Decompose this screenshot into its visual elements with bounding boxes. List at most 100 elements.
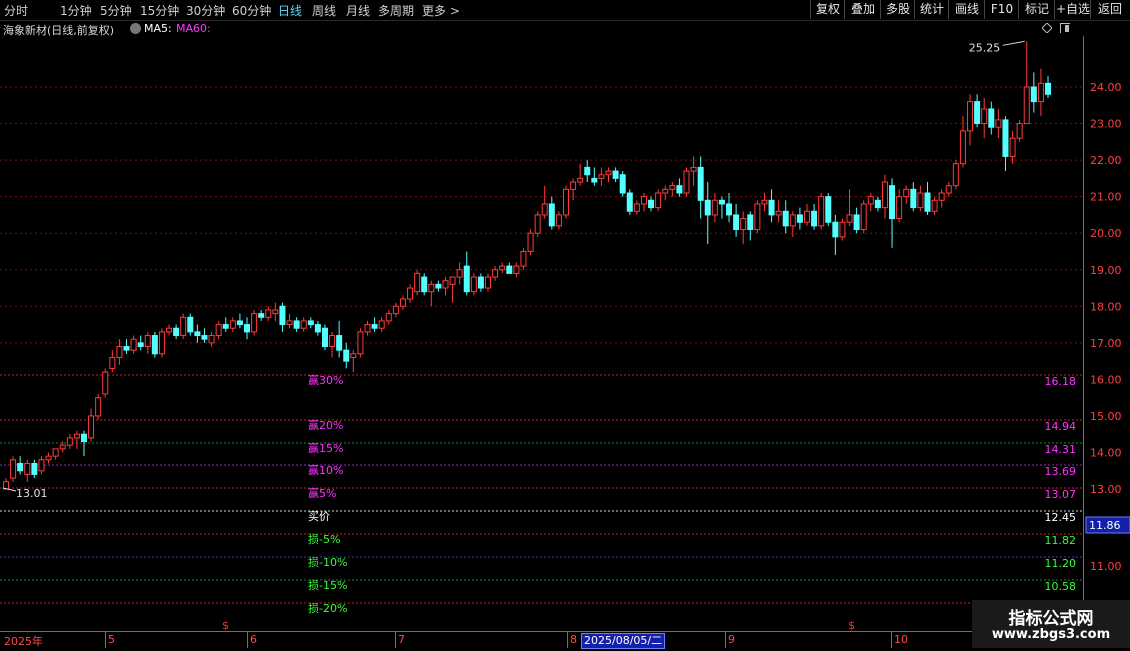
- candle[interactable]: [201, 328, 208, 343]
- candle[interactable]: [95, 394, 102, 420]
- candle[interactable]: [796, 207, 803, 230]
- candle[interactable]: [442, 277, 449, 296]
- candle[interactable]: [73, 430, 80, 449]
- candle[interactable]: [605, 167, 612, 183]
- candle[interactable]: [555, 211, 562, 230]
- candle[interactable]: [754, 200, 761, 234]
- candle[interactable]: [251, 309, 258, 336]
- candle[interactable]: [669, 182, 676, 197]
- candle[interactable]: [633, 200, 640, 215]
- candle[interactable]: [109, 350, 116, 373]
- candle[interactable]: [499, 262, 506, 274]
- candle[interactable]: [782, 200, 789, 234]
- candle[interactable]: [768, 189, 775, 223]
- candle[interactable]: [981, 97, 988, 139]
- candle[interactable]: [244, 317, 251, 340]
- candle[interactable]: [258, 309, 265, 321]
- candle[interactable]: [874, 196, 881, 212]
- candle[interactable]: [938, 189, 945, 208]
- candle[interactable]: [66, 434, 73, 449]
- candle[interactable]: [435, 280, 442, 292]
- candle[interactable]: [343, 342, 350, 369]
- candle[interactable]: [485, 273, 492, 292]
- candle[interactable]: [222, 317, 229, 332]
- candle[interactable]: [640, 192, 647, 212]
- candle[interactable]: [761, 192, 768, 212]
- candle[interactable]: [648, 196, 655, 212]
- candle[interactable]: [38, 456, 45, 475]
- candle[interactable]: [414, 269, 421, 296]
- candle[interactable]: [974, 94, 981, 128]
- candle[interactable]: [775, 200, 782, 223]
- candle[interactable]: [1045, 76, 1051, 98]
- candle[interactable]: [236, 313, 243, 329]
- candle[interactable]: [1037, 68, 1044, 117]
- candle[interactable]: [910, 182, 917, 212]
- candle[interactable]: [300, 317, 307, 332]
- candle[interactable]: [194, 324, 201, 343]
- candle[interactable]: [534, 211, 541, 237]
- candle[interactable]: [1016, 119, 1023, 142]
- candle[interactable]: [45, 452, 52, 464]
- candle[interactable]: [612, 167, 619, 183]
- candle[interactable]: [803, 203, 810, 226]
- candle[interactable]: [329, 331, 336, 358]
- candle[interactable]: [945, 182, 952, 197]
- candle[interactable]: [1030, 72, 1037, 113]
- candle[interactable]: [463, 251, 470, 296]
- candle[interactable]: [272, 302, 279, 321]
- candle[interactable]: [392, 302, 399, 318]
- candle[interactable]: [598, 167, 605, 186]
- candle[interactable]: [52, 448, 59, 460]
- candle[interactable]: [173, 324, 180, 340]
- candle[interactable]: [31, 459, 38, 479]
- candle[interactable]: [825, 192, 832, 226]
- candle[interactable]: [931, 196, 938, 215]
- candle[interactable]: [151, 331, 158, 358]
- candle[interactable]: [1009, 130, 1016, 164]
- candle[interactable]: [506, 262, 513, 274]
- candle[interactable]: [229, 317, 236, 332]
- candle[interactable]: [548, 196, 555, 230]
- candle[interactable]: [676, 178, 683, 197]
- candle[interactable]: [846, 189, 853, 226]
- candle[interactable]: [286, 313, 293, 329]
- candle[interactable]: [839, 218, 846, 241]
- candle[interactable]: [853, 207, 860, 234]
- candle[interactable]: [747, 211, 754, 241]
- candle[interactable]: [995, 108, 1002, 139]
- candle[interactable]: [407, 284, 414, 303]
- candlestick-chart[interactable]: 24.00 23.00 22.00 21.00 20.00 19.00 18.00 17.00…: [0, 0, 1130, 650]
- candle[interactable]: [740, 211, 747, 245]
- candle[interactable]: [130, 335, 137, 354]
- candle[interactable]: [357, 328, 364, 358]
- candle[interactable]: [378, 317, 385, 332]
- candle[interactable]: [690, 156, 697, 186]
- candle[interactable]: [17, 456, 24, 475]
- candle[interactable]: [187, 313, 194, 336]
- candle[interactable]: [924, 182, 931, 215]
- candle[interactable]: [584, 160, 591, 183]
- candle[interactable]: [697, 156, 704, 219]
- candle[interactable]: [166, 324, 173, 336]
- candle[interactable]: [215, 320, 222, 340]
- candle[interactable]: [733, 203, 740, 237]
- candle[interactable]: [421, 273, 428, 296]
- candle[interactable]: [123, 339, 130, 354]
- candle[interactable]: [527, 229, 534, 256]
- candle[interactable]: [1002, 116, 1009, 172]
- candle[interactable]: [591, 167, 598, 186]
- candle[interactable]: [662, 185, 669, 201]
- candle[interactable]: [385, 309, 392, 325]
- candle[interactable]: [867, 192, 874, 212]
- candle[interactable]: [655, 189, 662, 212]
- candle[interactable]: [399, 295, 406, 310]
- candle[interactable]: [307, 317, 314, 329]
- candle[interactable]: [208, 331, 215, 347]
- candle[interactable]: [449, 276, 456, 303]
- candle[interactable]: [988, 101, 995, 135]
- candle[interactable]: [952, 160, 959, 190]
- candle[interactable]: [265, 306, 272, 321]
- candle[interactable]: [364, 320, 371, 336]
- candle[interactable]: [881, 174, 888, 219]
